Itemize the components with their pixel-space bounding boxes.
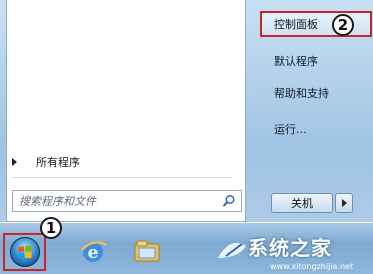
divider [12, 177, 232, 178]
windows-orb-icon [9, 237, 40, 267]
internet-explorer-icon[interactable]: e [78, 236, 108, 266]
step-1-badge: 1 [40, 217, 62, 239]
search-box[interactable] [12, 190, 242, 212]
default-programs-label: 默认程序 [274, 55, 318, 68]
search-icon[interactable] [222, 194, 236, 208]
step-2-number: 2 [337, 16, 349, 34]
watermark-text: 系统之家 [248, 236, 332, 260]
step-2-badge: 2 [332, 14, 354, 36]
expand-arrow-icon [12, 158, 17, 166]
shutdown-button[interactable]: 关机 [271, 193, 333, 213]
file-explorer-icon[interactable] [132, 236, 162, 266]
svg-text:e: e [88, 243, 99, 263]
watermark-url: www.xitongzhijia.net [270, 262, 354, 271]
all-programs-item[interactable]: 所有程序 [10, 153, 232, 171]
start-menu-screenshot: 所有程序 控制面板 2 默认程序 帮助和支持 运行... 关机 [0, 0, 373, 274]
step-1-number: 1 [45, 219, 57, 237]
help-support-item[interactable]: 帮助和支持 [262, 82, 329, 104]
shutdown-label: 关机 [291, 197, 313, 210]
help-support-label: 帮助和支持 [274, 87, 329, 100]
shutdown-options-button[interactable] [335, 193, 353, 213]
start-button[interactable] [3, 233, 46, 271]
chevron-right-icon [341, 199, 347, 207]
default-programs-item[interactable]: 默认程序 [262, 50, 318, 72]
start-menu-programs-pane [6, 0, 246, 222]
all-programs-label: 所有程序 [36, 156, 80, 169]
control-panel-item[interactable]: 控制面板 [260, 11, 372, 37]
run-label: 运行... [274, 123, 307, 136]
control-panel-label: 控制面板 [274, 18, 318, 31]
search-input[interactable] [19, 193, 215, 209]
run-item[interactable]: 运行... [262, 118, 307, 140]
